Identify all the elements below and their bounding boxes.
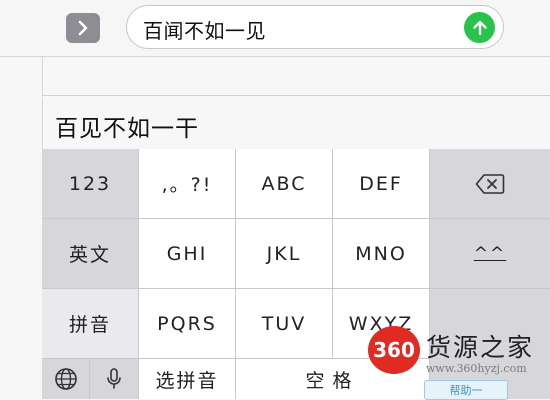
key-label: PQRS [157, 312, 217, 335]
key-label: ,。?! [161, 174, 213, 196]
microphone-icon [107, 368, 121, 389]
key-label: GHI [166, 242, 208, 265]
send-button[interactable] [464, 12, 495, 43]
key-label: ABC [261, 172, 307, 195]
candidate-word[interactable]: 百见不如一干 [55, 109, 199, 143]
key-punctuation[interactable]: ,。?! [139, 149, 235, 218]
key-label: MNO [355, 242, 407, 265]
key-label: 拼音 [68, 314, 111, 336]
watermark-logo-text: 360 [373, 338, 415, 362]
key-label: 选拼音 [155, 369, 219, 392]
watermark-logo: 360 [368, 326, 420, 374]
key-label: 英文 [68, 244, 111, 266]
key-label: 空格 [305, 369, 360, 392]
key-pqrs[interactable]: PQRS [139, 289, 235, 358]
watermark-help-button: 帮助一 [424, 380, 508, 400]
key-label: TUV [261, 312, 307, 335]
key-emoticon[interactable]: ^^ [430, 219, 550, 288]
key-def[interactable]: DEF [333, 149, 429, 218]
key-mno[interactable]: MNO [333, 219, 429, 288]
key-pinyin[interactable]: 拼音 [42, 289, 138, 358]
watermark: 360 货源之家 www.360hyzj.com 帮助一 [360, 322, 550, 400]
microphone-key[interactable] [90, 359, 138, 399]
arrow-up-icon [472, 20, 487, 35]
watermark-help-text: 帮助一 [449, 384, 483, 397]
key-english[interactable]: 英文 [42, 219, 138, 288]
candidate-bar: 百见不如一干 [42, 97, 550, 149]
backspace-icon [475, 173, 505, 194]
globe-icon [54, 368, 77, 390]
expand-apps-button[interactable] [66, 13, 100, 43]
message-text: 百闻不如一见 [143, 19, 266, 43]
key-select-pinyin[interactable]: 选拼音 [139, 359, 235, 399]
globe-key[interactable] [42, 359, 89, 399]
key-abc[interactable]: ABC [236, 149, 332, 218]
message-input-bar: 百闻不如一见 [0, 0, 550, 57]
backspace-key[interactable] [430, 149, 550, 218]
key-label: ^^ [473, 243, 507, 264]
key-label: DEF [359, 172, 403, 195]
suggestion-strip [42, 57, 550, 96]
chevron-right-icon [78, 20, 88, 36]
key-ghi[interactable]: GHI [139, 219, 235, 288]
watermark-name: 货源之家 [426, 333, 535, 362]
key-123[interactable]: 123 [42, 149, 138, 218]
key-jkl[interactable]: JKL [236, 219, 332, 288]
key-label: 123 [68, 172, 112, 195]
key-label: JKL [266, 242, 302, 265]
key-tuv[interactable]: TUV [236, 289, 332, 358]
watermark-url: www.360hyzj.com [426, 362, 527, 375]
message-input[interactable]: 百闻不如一见 [126, 5, 504, 49]
